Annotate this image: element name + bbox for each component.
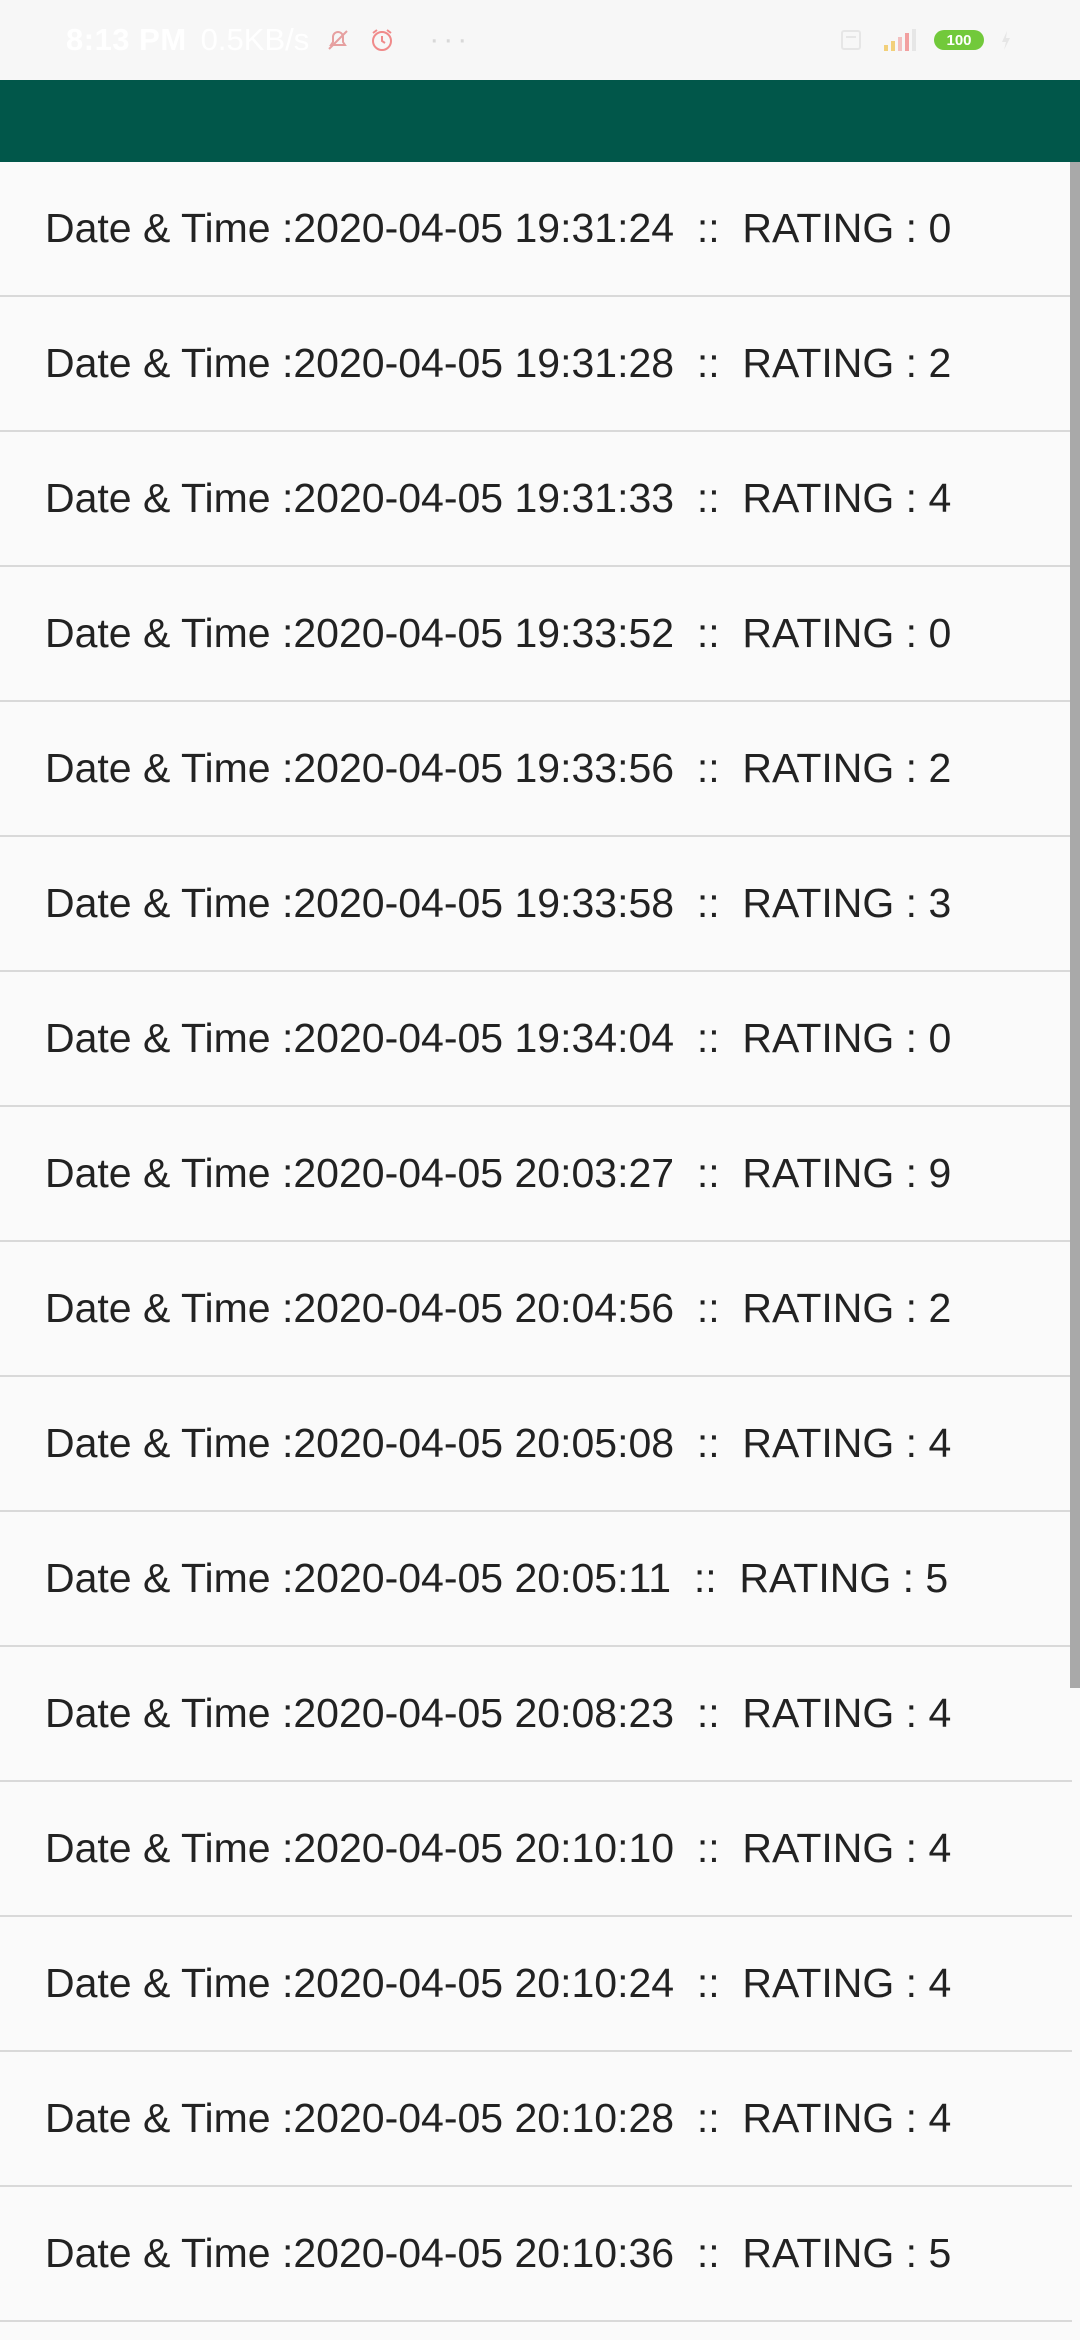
scrollbar-thumb[interactable] xyxy=(1070,162,1080,1688)
overflow-dots-icon: ··· xyxy=(429,23,472,56)
status-left: 8:13 PM 0.5KB/s ··· xyxy=(66,22,471,58)
network-speed: 0.5KB/s xyxy=(200,22,310,57)
list-item[interactable]: Date & Time :2020-04-05 20:04:56 :: RATI… xyxy=(0,1242,1072,1377)
list-item[interactable]: Date & Time :2020-04-05 20:05:08 :: RATI… xyxy=(0,1377,1072,1512)
list-item[interactable]: Date & Time :2020-04-05 20:05:11 :: RATI… xyxy=(0,1512,1072,1647)
charging-bolt-icon xyxy=(998,25,1014,55)
list-item[interactable]: Date & Time :2020-04-05 20:03:27 :: RATI… xyxy=(0,1107,1072,1242)
list-item[interactable]: Date & Time :2020-04-05 19:33:52 :: RATI… xyxy=(0,567,1072,702)
list-item[interactable]: Date & Time :2020-04-05 19:34:04 :: RATI… xyxy=(0,972,1072,1107)
status-bar: 8:13 PM 0.5KB/s ··· 100 xyxy=(0,0,1080,80)
list-item-text: Date & Time :2020-04-05 19:31:28 :: RATI… xyxy=(45,340,952,386)
list-item-text: Date & Time :2020-04-05 19:31:24 :: RATI… xyxy=(45,205,952,251)
list-item[interactable]: Date & Time :2020-04-05 19:33:58 :: RATI… xyxy=(0,837,1072,972)
list-item-text: Date & Time :2020-04-05 20:10:36 :: RATI… xyxy=(45,2230,952,2276)
list-item-text: Date & Time :2020-04-05 20:05:08 :: RATI… xyxy=(45,1420,952,1466)
list-item-text: Date & Time :2020-04-05 19:33:58 :: RATI… xyxy=(45,880,952,926)
list-item-text: Date & Time :2020-04-05 20:04:56 :: RATI… xyxy=(45,1285,952,1331)
list-item[interactable]: Date & Time :2020-04-05 20:10:24 :: RATI… xyxy=(0,1917,1072,2052)
status-right: 100 xyxy=(836,25,1014,55)
list-item[interactable]: Date & Time :2020-04-05 20:10:36 :: RATI… xyxy=(0,2187,1072,2322)
sim-card-icon xyxy=(836,25,866,55)
app-toolbar xyxy=(0,80,1080,162)
list-item[interactable]: Date & Time :2020-04-05 19:31:28 :: RATI… xyxy=(0,297,1072,432)
status-time: 8:13 PM xyxy=(66,22,187,57)
list-item-text: Date & Time :2020-04-05 20:08:23 :: RATI… xyxy=(45,1690,952,1736)
notification-mute-icon xyxy=(323,25,353,55)
list-item-text: Date & Time :2020-04-05 19:31:33 :: RATI… xyxy=(45,475,952,521)
list-item[interactable]: Date & Time :2020-04-05 20:10:10 :: RATI… xyxy=(0,1782,1072,1917)
list-item-text: Date & Time :2020-04-05 20:03:27 :: RATI… xyxy=(45,1150,952,1196)
list-item[interactable]: Date & Time :2020-04-05 19:31:24 :: RATI… xyxy=(0,162,1072,297)
list-item[interactable]: Date & Time :2020-04-05 20:10:28 :: RATI… xyxy=(0,2052,1072,2187)
list-item[interactable]: Date & Time :2020-04-05 19:31:33 :: RATI… xyxy=(0,432,1072,567)
list-item-text: Date & Time :2020-04-05 20:05:11 :: RATI… xyxy=(45,1555,949,1601)
list-item-text: Date & Time :2020-04-05 20:10:28 :: RATI… xyxy=(45,2095,952,2141)
battery-indicator: 100 xyxy=(934,30,984,50)
list-item-text: Date & Time :2020-04-05 19:34:04 :: RATI… xyxy=(45,1015,952,1061)
list-item-text: Date & Time :2020-04-05 19:33:56 :: RATI… xyxy=(45,745,952,791)
list-item[interactable]: Date & Time :2020-04-05 20:08:23 :: RATI… xyxy=(0,1647,1072,1782)
alarm-clock-icon xyxy=(367,25,397,55)
signal-strength-icon xyxy=(880,25,920,55)
list-item-text: Date & Time :2020-04-05 19:33:52 :: RATI… xyxy=(45,610,952,656)
ratings-list: Date & Time :2020-04-05 19:31:24 :: RATI… xyxy=(0,162,1072,2322)
list-item[interactable]: Date & Time :2020-04-05 19:33:56 :: RATI… xyxy=(0,702,1072,837)
list-item-text: Date & Time :2020-04-05 20:10:10 :: RATI… xyxy=(45,1825,952,1871)
list-item-text: Date & Time :2020-04-05 20:10:24 :: RATI… xyxy=(45,1960,952,2006)
